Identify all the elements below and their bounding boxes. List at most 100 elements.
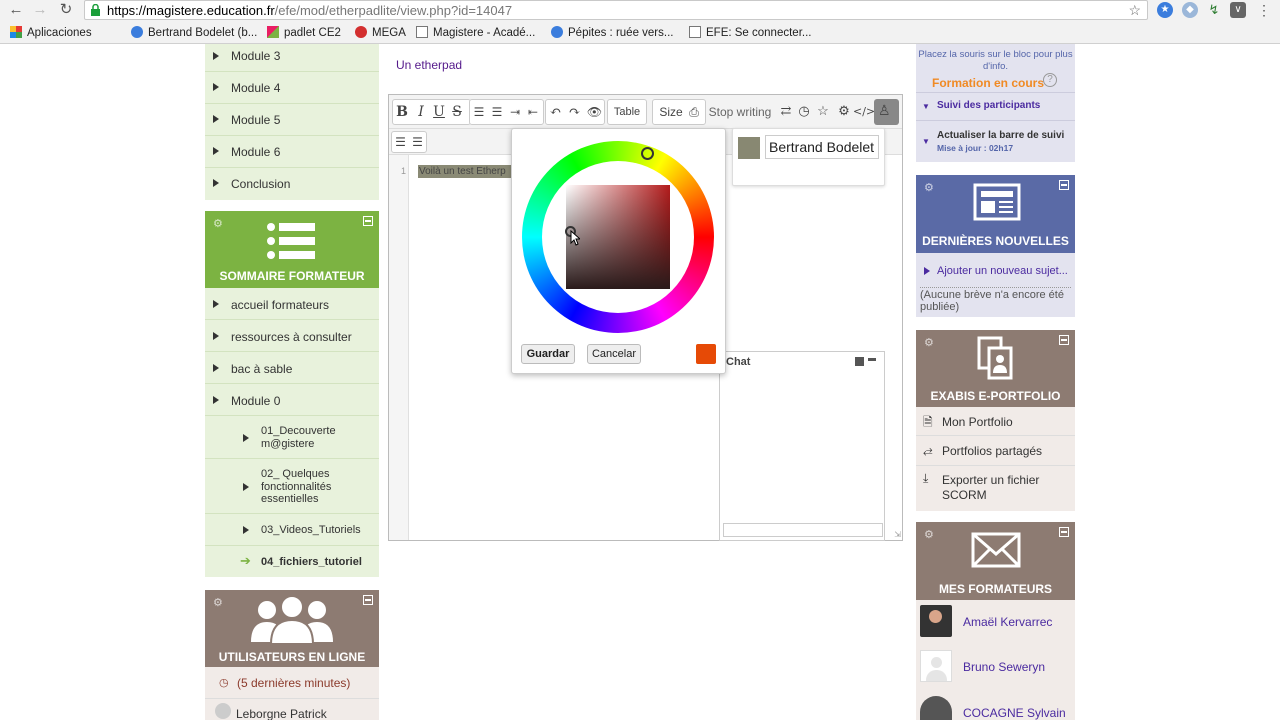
- nav-ressources[interactable]: ressources à consulter: [205, 320, 379, 352]
- bookmark-star-icon[interactable]: ☆: [1128, 1, 1141, 20]
- save-button[interactable]: Guardar: [521, 344, 575, 364]
- minimize-icon[interactable]: [1059, 527, 1069, 537]
- eye-slash-icon[interactable]: 👁: [585, 101, 604, 123]
- redo-icon[interactable]: ↷: [565, 101, 584, 123]
- suivi-participants-link[interactable]: Suivi des participants: [937, 100, 1040, 111]
- bookmark-bertrand[interactable]: Bertrand Bodelet (b...: [131, 25, 257, 41]
- swap-arrows-icon[interactable]: ⇄: [777, 101, 795, 123]
- indent-icon[interactable]: ⇥: [506, 101, 524, 123]
- embed-code-icon[interactable]: </>: [853, 101, 875, 123]
- bold-button[interactable]: B: [393, 101, 411, 123]
- users-button[interactable]: ♙: [874, 99, 899, 125]
- gear-icon[interactable]: ⚙: [213, 217, 223, 230]
- export-scorm-link[interactable]: Exporter un fichier SCORM: [942, 473, 1062, 503]
- actualiser-link[interactable]: Actualiser la barre de suivi: [937, 130, 1064, 141]
- undo-icon[interactable]: ↶: [546, 101, 565, 123]
- block-title: EXABIS E-PORTFOLIO: [930, 389, 1061, 403]
- padlet-icon: [267, 26, 279, 38]
- portfolio-icon: [977, 336, 1013, 380]
- cancel-button[interactable]: Cancelar: [587, 344, 641, 364]
- triangle-right-icon: [243, 526, 249, 534]
- unordered-list-icon[interactable]: ☰: [488, 101, 506, 123]
- extension-star-icon[interactable]: ★: [1157, 2, 1173, 18]
- gear-icon[interactable]: ⚙: [924, 181, 934, 194]
- nav-module-0[interactable]: Module 0: [205, 384, 379, 416]
- bookmark-apps[interactable]: Aplicaciones: [10, 25, 92, 41]
- chevron-down-icon[interactable]: ▼: [922, 137, 930, 146]
- reload-icon[interactable]: ↻: [56, 1, 76, 19]
- chat-stick-icon[interactable]: [855, 357, 864, 366]
- gear-icon[interactable]: ⚙: [924, 336, 934, 349]
- forward-arrow-icon[interactable]: →: [30, 1, 50, 19]
- formateur-link[interactable]: Bruno Seweryn: [963, 660, 1045, 674]
- history-clock-icon[interactable]: ◷: [795, 101, 813, 123]
- sub-item-label: 04_fichiers_tutoriel: [261, 556, 362, 568]
- menu-icon[interactable]: ⋮: [1256, 2, 1272, 18]
- user-color-swatch[interactable]: [738, 137, 760, 159]
- nav-module-3[interactable]: Module 3: [205, 44, 379, 72]
- nav-module-6[interactable]: Module 6: [205, 136, 379, 168]
- chat-minimize-icon[interactable]: [868, 358, 876, 361]
- nav-module-4[interactable]: Module 4: [205, 72, 379, 104]
- bookmark-padlet[interactable]: padlet CE2: [267, 25, 341, 41]
- help-icon[interactable]: ?: [1043, 73, 1057, 87]
- address-bar[interactable]: https://magistere.education.fr/efe/mod/e…: [84, 0, 1148, 20]
- italic-button[interactable]: I: [412, 101, 430, 123]
- resize-handle-icon[interactable]: ⇲: [894, 530, 901, 539]
- sub-item-videos[interactable]: 03_Videos_Tutoriels: [205, 514, 379, 546]
- underline-button[interactable]: U: [430, 101, 448, 123]
- align-left-icon[interactable]: ☰: [392, 131, 409, 153]
- star-icon[interactable]: ☆: [814, 101, 832, 123]
- back-arrow-icon[interactable]: ←: [6, 1, 26, 19]
- strikethrough-button[interactable]: S: [448, 101, 466, 123]
- hue-marker[interactable]: [641, 147, 654, 160]
- user-name-input[interactable]: Bertrand Bodelet: [765, 135, 879, 159]
- extension-arrows-icon[interactable]: ↯: [1206, 2, 1222, 18]
- formateur-link[interactable]: Amaël Kervarrec: [963, 615, 1052, 629]
- nav-module-5[interactable]: Module 5: [205, 104, 379, 136]
- pocket-icon[interactable]: ∨: [1230, 2, 1246, 18]
- minimize-icon[interactable]: [1059, 180, 1069, 190]
- online-user-row[interactable]: Leborgne Patrick: [205, 699, 379, 720]
- bookmark-pepites[interactable]: Pépites : ruée vers...: [551, 25, 673, 41]
- bookmark-efe[interactable]: EFE: Se connecter...: [689, 25, 811, 41]
- nav-label: bac à sable: [231, 362, 293, 376]
- saturation-value-square[interactable]: [566, 185, 670, 289]
- portfolios-partages-link[interactable]: Portfolios partagés: [942, 444, 1042, 458]
- bookmarks-bar: Aplicaciones Bertrand Bodelet (b... padl…: [0, 22, 1280, 44]
- mega-icon: [355, 26, 367, 38]
- etherpad-link[interactable]: Un etherpad: [396, 58, 462, 72]
- sub-item-fonctionnalites[interactable]: 02_ Quelques fonctionnalités essentielle…: [205, 459, 379, 514]
- align-right-icon[interactable]: ☰: [409, 131, 426, 153]
- minimize-icon[interactable]: [363, 216, 373, 226]
- bookmark-mega[interactable]: MEGA: [355, 25, 406, 41]
- bookmark-magistere[interactable]: Magistere - Acadé...: [416, 25, 535, 41]
- ordered-list-icon[interactable]: ☰: [470, 101, 488, 123]
- add-news-link[interactable]: Ajouter un nouveau sujet...: [937, 265, 1068, 277]
- table-button[interactable]: Table: [608, 101, 646, 123]
- dropbox-icon[interactable]: ◆: [1182, 2, 1198, 18]
- formateur-link[interactable]: COCAGNE Sylvain: [963, 706, 1066, 720]
- nav-accueil-formateurs[interactable]: accueil formateurs: [205, 288, 379, 320]
- print-icon[interactable]: ⎙: [686, 101, 702, 123]
- formation-block: Placez la souris sur le bloc pour plus d…: [916, 44, 1075, 162]
- mon-portfolio-link[interactable]: Mon Portfolio: [942, 415, 1013, 429]
- outdent-icon[interactable]: ⇤: [524, 101, 542, 123]
- selected-color-swatch[interactable]: [696, 344, 716, 364]
- sub-item-fichiers-current[interactable]: ➔ 04_fichiers_tutoriel: [205, 546, 379, 577]
- gear-icon[interactable]: ⚙: [924, 528, 934, 541]
- chat-input[interactable]: [723, 523, 883, 537]
- minimize-icon[interactable]: [1059, 335, 1069, 345]
- chevron-down-icon[interactable]: ▼: [922, 102, 930, 111]
- nav-bac-a-sable[interactable]: bac à sable: [205, 352, 379, 384]
- sub-item-decouverte[interactable]: 01_Decouverte m@gistere: [205, 416, 379, 459]
- stop-writing-button[interactable]: Stop writing: [705, 101, 775, 123]
- minimize-icon[interactable]: [363, 595, 373, 605]
- avatar: [215, 703, 231, 719]
- apps-grid-icon: [10, 26, 22, 38]
- nav-conclusion[interactable]: Conclusion: [205, 168, 379, 200]
- gear-icon[interactable]: ⚙: [213, 596, 223, 609]
- size-dropdown[interactable]: Size: [657, 101, 685, 123]
- settings-gear-icon[interactable]: ⚙: [835, 101, 853, 123]
- pad-text-line[interactable]: Voilà un test Etherp: [418, 165, 511, 178]
